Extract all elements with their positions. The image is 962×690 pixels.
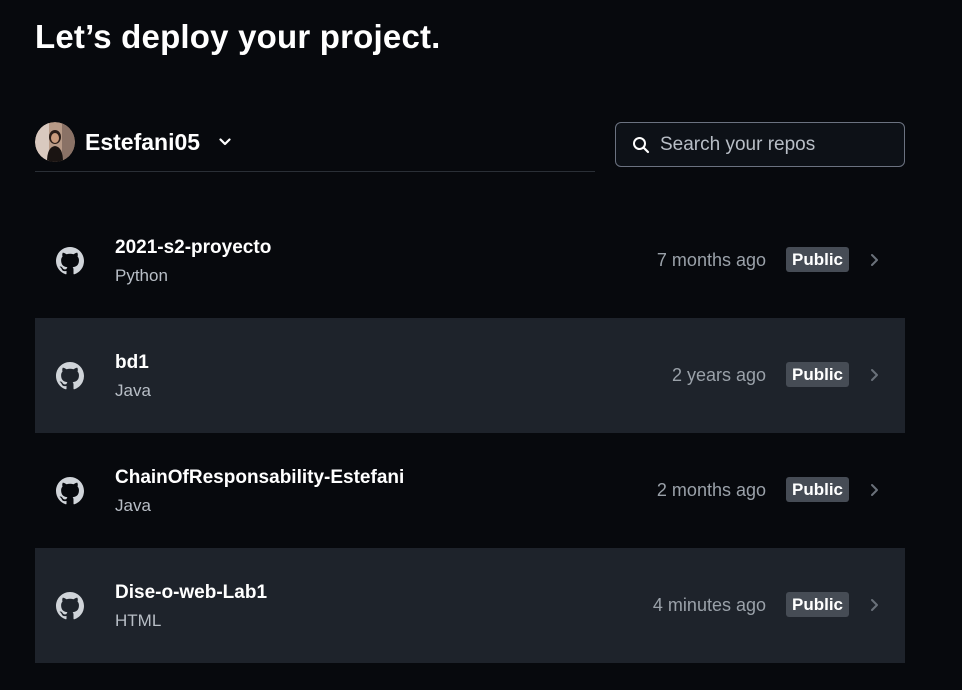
repo-language: Java	[115, 496, 151, 515]
visibility-badge: Public	[786, 477, 850, 502]
repo-language: Java	[115, 381, 151, 400]
chevron-right-icon	[871, 254, 878, 266]
repo-language: Python	[115, 266, 168, 285]
deploy-project-page: Let’s deploy your project. Estefani05 Se…	[0, 0, 962, 690]
github-icon	[56, 592, 84, 620]
account-name: Estefani05	[85, 128, 201, 155]
repo-updated-time: 2 years ago	[671, 365, 766, 385]
repo-name: Dise-o-web-Lab1	[115, 582, 268, 603]
github-icon	[56, 247, 84, 275]
search-icon	[632, 136, 650, 154]
github-icon	[56, 477, 84, 505]
page-title: Let’s deploy your project.	[35, 18, 441, 55]
repo-name: ChainOfResponsability-Estefani	[115, 467, 405, 488]
repo-language: HTML	[115, 611, 162, 630]
repo-row[interactable]: Dise-o-web-Lab1 HTML 4 minutes ago Publi…	[35, 548, 905, 663]
chevron-right-icon	[871, 369, 878, 381]
chevron-down-icon[interactable]	[218, 135, 232, 149]
account-selector-row: Estefani05	[35, 122, 595, 172]
repo-row[interactable]: 2021-s2-proyecto Python 7 months ago Pub…	[35, 203, 905, 318]
repo-updated-time: 2 months ago	[656, 480, 766, 500]
repo-name: 2021-s2-proyecto	[115, 237, 272, 258]
repo-list: 2021-s2-proyecto Python 7 months ago Pub…	[35, 203, 905, 663]
repo-updated-time: 7 months ago	[656, 250, 766, 270]
account-selector[interactable]: Estefani05	[35, 122, 232, 162]
search-input[interactable]	[658, 128, 902, 161]
repo-name: bd1	[115, 352, 149, 373]
avatar	[35, 122, 75, 162]
search-box[interactable]	[615, 122, 905, 167]
repo-row[interactable]: bd1 Java 2 years ago Public	[35, 318, 905, 433]
visibility-badge: Public	[786, 247, 850, 272]
visibility-badge: Public	[786, 592, 850, 617]
github-icon	[56, 362, 84, 390]
visibility-badge: Public	[786, 362, 850, 387]
chevron-right-icon	[871, 484, 878, 496]
repo-updated-time: 4 minutes ago	[652, 595, 766, 615]
repo-row[interactable]: ChainOfResponsability-Estefani Java 2 mo…	[35, 433, 905, 548]
chevron-right-icon	[871, 599, 878, 611]
